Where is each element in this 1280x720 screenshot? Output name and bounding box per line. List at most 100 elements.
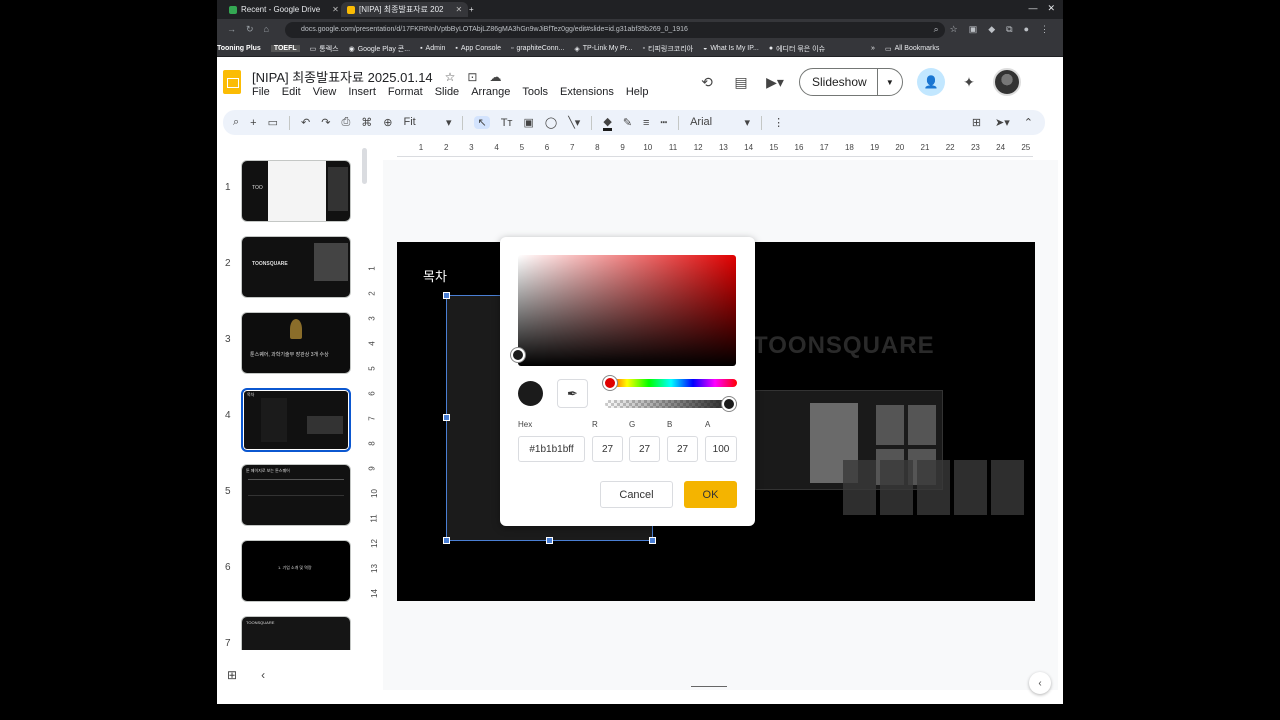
slide-thumbnail[interactable]: 툰스퀘어, 과학기술부 장관상 3개 수상 — [241, 312, 351, 374]
comment-icon[interactable]: ▤ — [731, 72, 751, 92]
bookmark[interactable]: ◈ TP-Link My Pr... — [574, 45, 632, 53]
resize-handle[interactable] — [649, 537, 656, 544]
filmstrip-item[interactable]: 1 TOO — [217, 160, 377, 226]
menu-insert[interactable]: Insert — [348, 86, 376, 98]
cloud-status-icon[interactable]: ☁ — [489, 70, 501, 84]
brand-logo-text[interactable]: TOONSQUARE — [753, 332, 935, 360]
more-icon[interactable]: ⋮ — [1040, 24, 1049, 35]
filmstrip-item[interactable]: 3 툰스퀘어, 과학기술부 장관상 3개 수상 — [217, 312, 377, 378]
menu-help[interactable]: Help — [626, 86, 649, 98]
filmstrip-item[interactable]: 6 1. 기업 소개 및 역량 — [217, 540, 377, 606]
menu-arrange[interactable]: Arrange — [471, 86, 510, 98]
alpha-slider-handle[interactable] — [722, 397, 736, 411]
saturation-value-area[interactable] — [518, 255, 736, 366]
more-icon[interactable]: ⋮ — [773, 116, 784, 129]
bookmark-folder[interactable]: ▭ 통렉스 — [310, 44, 339, 54]
move-icon[interactable]: ⊡ — [467, 70, 477, 84]
horizontal-ruler[interactable]: 1 2 3 4 5 6 7 8 9 10 11 12 13 14 15 16 17 18 19 20 21 22 23 24 2… — [397, 143, 1033, 157]
bookmark[interactable]: ▪ App Console — [455, 45, 501, 52]
avatar[interactable] — [993, 68, 1021, 96]
close-window-icon[interactable]: ✕ — [1047, 3, 1055, 14]
bookmark[interactable]: Tooning Plus — [217, 45, 261, 52]
resize-handle[interactable] — [546, 537, 553, 544]
cancel-button[interactable]: Cancel — [600, 481, 673, 508]
star-icon[interactable]: ☆ — [950, 24, 958, 35]
menu-slide[interactable]: Slide — [435, 86, 459, 98]
document-title[interactable]: [NIPA] 최종발표자료 2025.01.14 — [252, 67, 433, 86]
new-tab-button[interactable]: + — [463, 2, 480, 17]
grid-view-icon[interactable]: ⊞ — [227, 668, 237, 682]
bookmark[interactable]: TOEFL — [270, 45, 300, 52]
chevron-left-icon[interactable]: ‹ — [1029, 672, 1051, 694]
filmstrip-item[interactable]: 5 툰 페이지로 보는 툰스퀘어 — [217, 464, 377, 530]
add-comment-icon[interactable]: ⊞ — [972, 116, 981, 129]
hex-input[interactable]: #1b1b1bff — [518, 436, 585, 462]
resize-handle[interactable] — [443, 414, 450, 421]
bookmark[interactable]: ◉ Google Play 콘... — [349, 44, 410, 54]
bookmark[interactable]: ● 에디터 묶은 이슈 — [769, 44, 825, 54]
line-icon[interactable]: ╲▾ — [568, 116, 580, 129]
undo-icon[interactable]: ↶ — [301, 116, 310, 129]
zoom-icon[interactable]: ⊕ — [383, 116, 392, 129]
meet-icon[interactable]: ▶▾ — [765, 72, 785, 92]
zoom-select[interactable]: Fit ▾ — [403, 116, 451, 129]
slides-logo[interactable] — [223, 70, 241, 94]
menu-tools[interactable]: Tools — [522, 86, 548, 98]
chevron-down-icon[interactable]: ▼ — [876, 69, 902, 95]
puzzle-icon[interactable]: ⧉ — [1006, 24, 1012, 35]
bookmark[interactable]: ▫ graphiteConn... — [511, 45, 564, 52]
select-icon[interactable]: ↖ — [474, 116, 490, 129]
g-input[interactable]: 27 — [629, 436, 660, 462]
extension-icon[interactable]: ◆ — [988, 24, 995, 35]
bookmark[interactable]: ◒ What Is My IP... — [703, 45, 759, 52]
url-input[interactable]: docs.google.com/presentation/d/17FKRtNnl… — [285, 22, 945, 38]
history-icon[interactable]: ⟲ — [697, 72, 717, 92]
layout-icon[interactable]: ▭ — [268, 116, 278, 129]
border-color-icon[interactable]: ✎ — [623, 116, 632, 129]
fill-color-icon[interactable]: ◆ — [603, 115, 612, 131]
print-icon[interactable]: ⎙ — [341, 116, 350, 129]
hue-slider-handle[interactable] — [603, 376, 617, 390]
all-bookmarks[interactable]: ▭ All Bookmarks — [885, 45, 939, 53]
paint-format-icon[interactable]: ⌘ — [361, 116, 372, 129]
menu-file[interactable]: File — [252, 86, 270, 98]
slide-thumbnail[interactable]: TOONSQUARE — [241, 616, 351, 650]
share-icon[interactable]: 👤 — [917, 68, 945, 96]
slide-thumbnail[interactable]: 1. 기업 소개 및 역량 — [241, 540, 351, 602]
border-dash-icon[interactable]: ┅ — [660, 116, 667, 129]
image-icon[interactable]: ▣ — [523, 116, 533, 129]
collapse-icon[interactable]: ⌃ — [1024, 116, 1033, 129]
bookmark[interactable]: ▪ Admin — [420, 45, 445, 52]
zoom-icon[interactable]: ⌕ — [934, 24, 939, 35]
sv-handle[interactable] — [511, 348, 525, 362]
more-bookmarks[interactable]: » — [871, 45, 875, 52]
profile-icon[interactable]: ● — [1024, 24, 1029, 35]
close-icon[interactable]: ✕ — [455, 5, 462, 14]
tab-google-drive[interactable]: Recent - Google Drive ✕ — [223, 2, 345, 17]
slide-thumbnail[interactable]: 툰 페이지로 보는 툰스퀘어 — [241, 464, 351, 526]
filmstrip-item[interactable]: 7 TOONSQUARE — [217, 616, 377, 650]
slideshow-button[interactable]: Slideshow ▼ — [799, 68, 903, 96]
ok-button[interactable]: OK — [684, 481, 737, 508]
alpha-slider[interactable] — [605, 400, 737, 408]
text-box-icon[interactable]: Tт — [501, 117, 513, 129]
menu-format[interactable]: Format — [388, 86, 423, 98]
new-slide-icon[interactable]: + — [250, 117, 256, 129]
slide-title[interactable]: 목차 — [423, 266, 447, 285]
gemini-icon[interactable]: ✦ — [959, 72, 979, 92]
eyedropper-icon[interactable]: ✒ — [557, 379, 588, 408]
bookmark[interactable]: ▫ 티피링크코리아 — [643, 44, 694, 54]
font-select[interactable]: Arial ▾ — [690, 116, 750, 129]
pointer-mode-icon[interactable]: ➤▾ — [995, 116, 1010, 129]
hue-slider[interactable] — [605, 379, 737, 387]
menu-edit[interactable]: Edit — [282, 86, 301, 98]
menu-view[interactable]: View — [313, 86, 337, 98]
tab-slides[interactable]: [NIPA] 최종발표자료 202 ✕ — [341, 2, 469, 17]
filmstrip-item[interactable]: 4 목차 — [217, 388, 377, 454]
collapse-filmstrip-icon[interactable]: ‹ — [261, 668, 265, 682]
resize-handle[interactable] — [443, 292, 450, 299]
filmstrip-item[interactable]: 2 TOONSQUARE — [217, 236, 377, 302]
slide-thumbnail-selected[interactable]: 목차 — [241, 388, 351, 452]
border-weight-icon[interactable]: ≡ — [643, 117, 649, 129]
minimize-icon[interactable]: — — [1028, 3, 1037, 14]
